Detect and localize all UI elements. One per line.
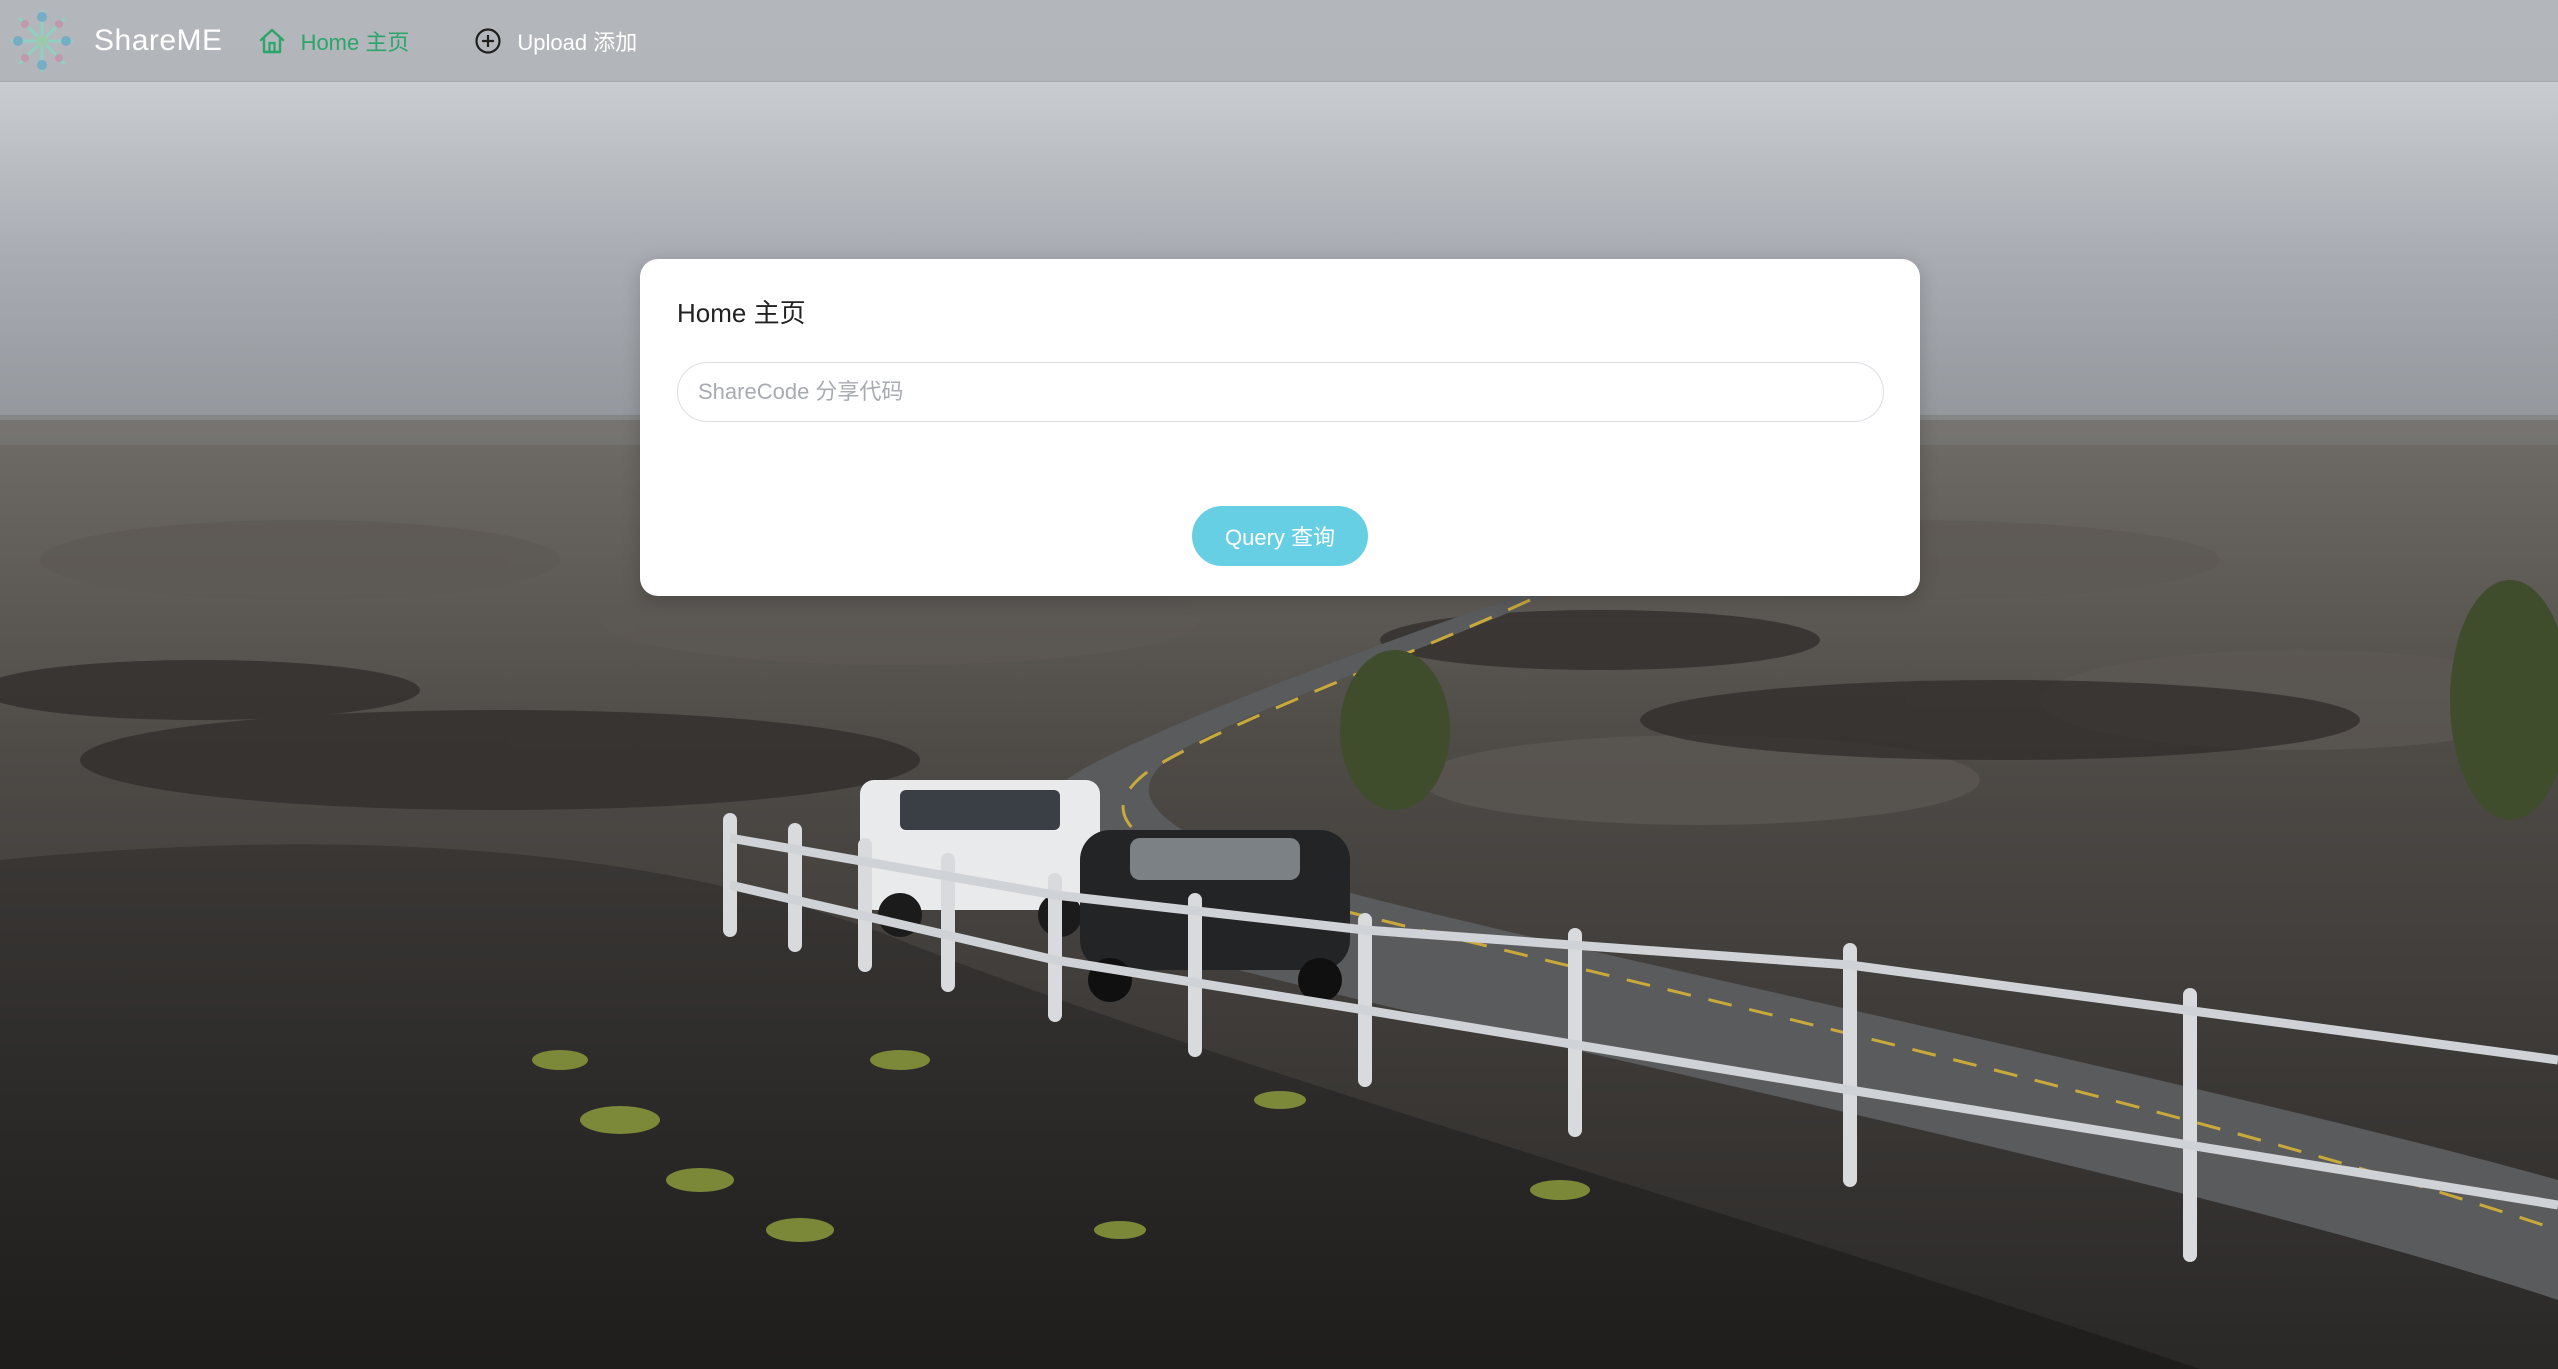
card-title: Home 主页 — [677, 298, 806, 328]
sharecode-input[interactable] — [677, 362, 1884, 422]
page: ShareME Home 主页 Upload 添加 Home 主页 Query … — [0, 0, 2558, 1369]
brand-name: ShareME — [94, 23, 223, 57]
plus-circle-icon — [475, 27, 501, 54]
nav-home[interactable]: Home 主页 — [257, 0, 410, 82]
query-card: Home 主页 Query 查询 — [640, 259, 1920, 596]
top-navbar: ShareME Home 主页 Upload 添加 — [0, 0, 2558, 82]
nav-upload-label: Upload 添加 — [517, 29, 638, 55]
query-button[interactable]: Query 查询 — [1192, 506, 1368, 566]
nav-upload[interactable]: Upload 添加 — [473, 0, 637, 82]
nav-home-label: Home 主页 — [300, 29, 410, 55]
snowflake-logo-icon — [10, 9, 74, 72]
brand[interactable]: ShareME — [8, 7, 223, 75]
background-photo — [0, 0, 2558, 1369]
home-icon — [259, 28, 284, 53]
